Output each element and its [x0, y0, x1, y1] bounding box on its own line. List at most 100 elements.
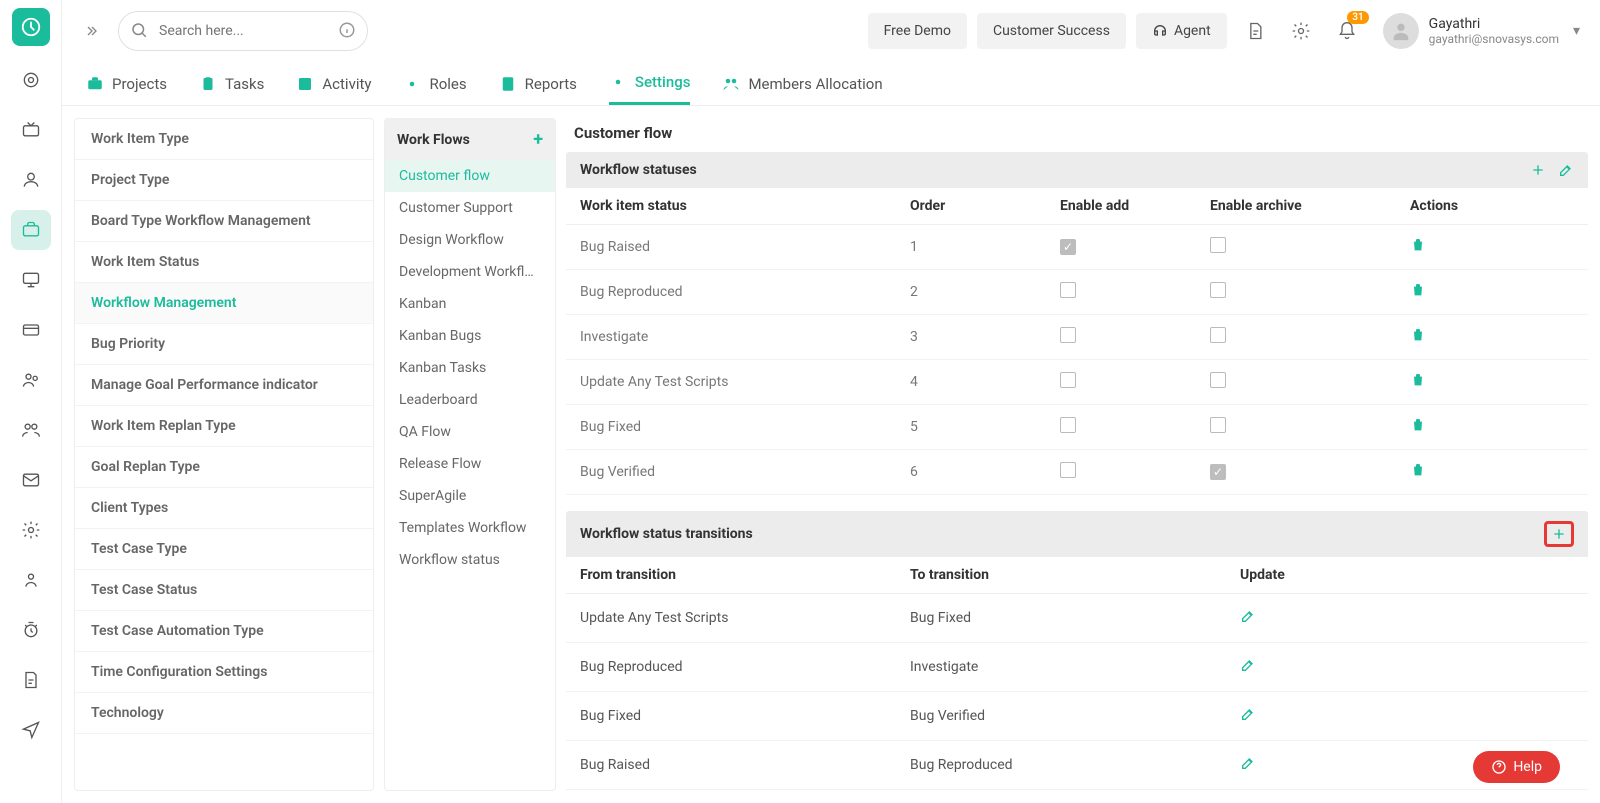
delete-status-button[interactable] [1410, 466, 1426, 482]
edit-statuses-button[interactable] [1558, 162, 1574, 178]
rail-person-icon[interactable] [11, 560, 51, 600]
add-workflow-button[interactable]: + [533, 129, 543, 150]
tab-activity[interactable]: Activity [296, 62, 371, 105]
tab-settings[interactable]: Settings [609, 62, 691, 105]
enable-archive-checkbox[interactable] [1210, 237, 1226, 253]
add-status-button[interactable] [1530, 162, 1546, 178]
setting-work-item-replan-type[interactable]: Work Item Replan Type [75, 406, 373, 447]
enable-add-checkbox[interactable] [1060, 372, 1076, 388]
enable-add-checkbox[interactable] [1060, 282, 1076, 298]
rail-user-icon[interactable] [11, 160, 51, 200]
tab-members-allocation[interactable]: Members Allocation [722, 62, 882, 105]
rail-clock-icon[interactable] [11, 610, 51, 650]
tab-projects[interactable]: Projects [86, 62, 167, 105]
col-order: Order [910, 198, 1060, 214]
enable-add-checkbox[interactable] [1060, 417, 1076, 433]
setting-technology[interactable]: Technology [75, 693, 373, 734]
rail-tv-icon[interactable] [11, 110, 51, 150]
workflow-kanban-bugs[interactable]: Kanban Bugs [385, 320, 555, 352]
edit-transition-button[interactable] [1240, 661, 1256, 677]
agent-button[interactable]: Agent [1136, 13, 1227, 49]
setting-bug-priority[interactable]: Bug Priority [75, 324, 373, 365]
enable-archive-checkbox[interactable] [1210, 464, 1226, 480]
delete-status-button[interactable] [1410, 331, 1426, 347]
document-icon[interactable] [1237, 13, 1273, 49]
transition-from: Bug Raised [580, 757, 910, 773]
user-menu[interactable]: Gayathri gayathri@snovasys.com ▾ [1375, 13, 1580, 49]
status-name: Bug Raised [580, 239, 910, 255]
setting-project-type[interactable]: Project Type [75, 160, 373, 201]
rail-people-icon[interactable] [11, 410, 51, 450]
customer-success-button[interactable]: Customer Success [977, 13, 1126, 49]
edit-transition-button[interactable] [1240, 759, 1256, 775]
delete-status-button[interactable] [1410, 286, 1426, 302]
delete-status-button[interactable] [1410, 421, 1426, 437]
setting-board-type-workflow-management[interactable]: Board Type Workflow Management [75, 201, 373, 242]
enable-archive-checkbox[interactable] [1210, 372, 1226, 388]
enable-archive-checkbox[interactable] [1210, 417, 1226, 433]
workflow-customer-support[interactable]: Customer Support [385, 192, 555, 224]
workflow-kanban-tasks[interactable]: Kanban Tasks [385, 352, 555, 384]
gear-icon[interactable] [1283, 13, 1319, 49]
setting-test-case-type[interactable]: Test Case Type [75, 529, 373, 570]
setting-workflow-management[interactable]: Workflow Management [75, 283, 373, 324]
enable-add-checkbox[interactable] [1060, 327, 1076, 343]
free-demo-button[interactable]: Free Demo [868, 13, 967, 49]
setting-test-case-automation-type[interactable]: Test Case Automation Type [75, 611, 373, 652]
status-order: 1 [910, 239, 1060, 255]
notification-badge: 31 [1347, 11, 1368, 24]
workflow-development-workflow[interactable]: Development Workflow [385, 256, 555, 288]
workflow-customer-flow[interactable]: Customer flow [385, 160, 555, 192]
workflows-title: Work Flows [397, 132, 470, 148]
setting-time-configuration-settings[interactable]: Time Configuration Settings [75, 652, 373, 693]
add-transition-button[interactable] [1551, 526, 1567, 542]
edit-transition-button[interactable] [1240, 710, 1256, 726]
workflow-workflow-status[interactable]: Workflow status [385, 544, 555, 576]
edit-transition-button[interactable] [1240, 612, 1256, 628]
enable-add-checkbox[interactable] [1060, 462, 1076, 478]
help-label: Help [1513, 759, 1542, 775]
rail-card-icon[interactable] [11, 310, 51, 350]
workflow-kanban[interactable]: Kanban [385, 288, 555, 320]
rail-target-icon[interactable] [11, 60, 51, 100]
workflow-templates-workflow[interactable]: Templates Workflow [385, 512, 555, 544]
setting-client-types[interactable]: Client Types [75, 488, 373, 529]
notifications-button[interactable]: 31 [1329, 13, 1365, 49]
rail-monitor-icon[interactable] [11, 260, 51, 300]
enable-add-checkbox[interactable] [1060, 239, 1076, 255]
workflow-superagile[interactable]: SuperAgile [385, 480, 555, 512]
workflow-release-flow[interactable]: Release Flow [385, 448, 555, 480]
app-logo[interactable] [12, 8, 50, 46]
workflow-leaderboard[interactable]: Leaderboard [385, 384, 555, 416]
tab-reports[interactable]: Reports [499, 62, 577, 105]
delete-status-button[interactable] [1410, 376, 1426, 392]
setting-test-case-status[interactable]: Test Case Status [75, 570, 373, 611]
transition-from: Bug Reproduced [580, 659, 910, 675]
tab-roles[interactable]: Roles [403, 62, 466, 105]
sidebar-expand-toggle[interactable] [82, 19, 106, 43]
setting-manage-goal-performance-indicator[interactable]: Manage Goal Performance indicator [75, 365, 373, 406]
rail-nav-icon[interactable] [11, 710, 51, 750]
status-table-head: Work item status Order Enable add Enable… [566, 188, 1588, 225]
status-order: 3 [910, 329, 1060, 345]
setting-work-item-status[interactable]: Work Item Status [75, 242, 373, 283]
enable-archive-checkbox[interactable] [1210, 327, 1226, 343]
setting-work-item-type[interactable]: Work Item Type [75, 119, 373, 160]
rail-mail-icon[interactable] [11, 460, 51, 500]
setting-goal-replan-type[interactable]: Goal Replan Type [75, 447, 373, 488]
delete-status-button[interactable] [1410, 241, 1426, 257]
help-button[interactable]: Help [1473, 751, 1560, 783]
info-icon[interactable] [338, 21, 356, 43]
rail-file-icon[interactable] [11, 660, 51, 700]
rail-settings-icon[interactable] [11, 510, 51, 550]
rail-briefcase-icon[interactable] [11, 210, 51, 250]
workflow-design-workflow[interactable]: Design Workflow [385, 224, 555, 256]
avatar [1383, 13, 1419, 49]
search-input[interactable] [118, 11, 368, 51]
enable-archive-checkbox[interactable] [1210, 282, 1226, 298]
rail-users-icon[interactable] [11, 360, 51, 400]
workflow-qa-flow[interactable]: QA Flow [385, 416, 555, 448]
tab-tasks[interactable]: Tasks [199, 62, 264, 105]
transitions-header: Workflow status transitions [566, 511, 1588, 557]
search-icon [130, 21, 148, 43]
